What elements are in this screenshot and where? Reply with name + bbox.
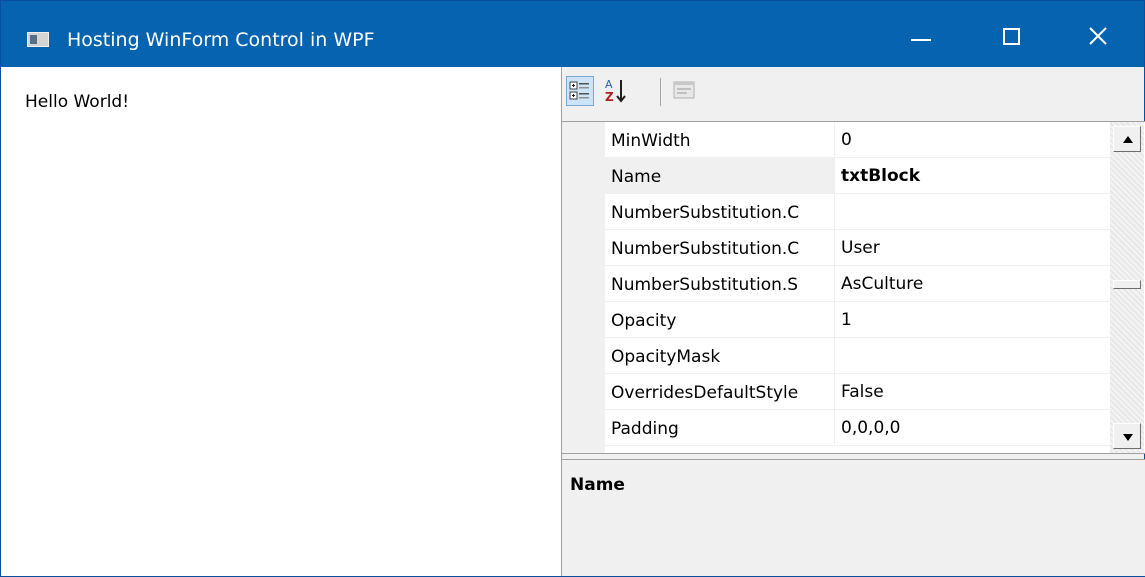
maximize-button[interactable]: [967, 1, 1059, 67]
description-title: Name: [570, 475, 625, 495]
property-row[interactable]: OverridesDefaultStyle False: [605, 374, 1110, 410]
property-rows: MinWidth 0 Name txtBlock NumberSubstitution.…: [605, 122, 1110, 446]
property-pages-icon: [673, 81, 695, 99]
property-grid: A Z MinWidth 0 Name txtBlock NumberSubstitut…: [561, 67, 1145, 576]
close-icon: [1089, 27, 1107, 45]
property-value[interactable]: AsCulture: [836, 266, 1110, 301]
sort-alphabetical-icon: A Z: [605, 78, 626, 104]
property-value[interactable]: 0,0,0,0: [836, 410, 1110, 445]
window-title: Hosting WinForm Control in WPF: [67, 29, 375, 51]
property-name[interactable]: MinWidth: [605, 122, 835, 157]
main-window: Hosting WinForm Control in WPF Hello Wor…: [0, 0, 1145, 577]
scroll-up-button[interactable]: [1113, 126, 1141, 152]
close-button[interactable]: [1053, 1, 1145, 67]
hello-text-block: Hello World!: [25, 92, 130, 112]
property-grid-toolbar: A Z: [562, 67, 1145, 121]
property-value[interactable]: False: [836, 374, 1110, 409]
property-description-pane: Name: [562, 459, 1145, 576]
property-row[interactable]: Name txtBlock: [605, 158, 1110, 194]
arrow-up-icon: [1123, 136, 1133, 143]
categorized-button[interactable]: [566, 76, 594, 106]
property-row[interactable]: NumberSubstitution.C User: [605, 230, 1110, 266]
property-name[interactable]: Name: [605, 158, 835, 193]
minimize-button[interactable]: [875, 1, 967, 67]
property-value[interactable]: 0: [836, 122, 1110, 157]
app-icon[interactable]: [27, 32, 49, 47]
property-row[interactable]: Padding 0,0,0,0: [605, 410, 1110, 446]
property-pages-button[interactable]: [670, 76, 698, 106]
property-list: MinWidth 0 Name txtBlock NumberSubstitution.…: [562, 121, 1145, 454]
property-row[interactable]: OpacityMask: [605, 338, 1110, 374]
property-name[interactable]: NumberSubstitution.C: [605, 230, 835, 265]
minimize-icon: [911, 39, 931, 41]
property-name[interactable]: Padding: [605, 410, 835, 445]
property-value[interactable]: [836, 194, 1110, 229]
property-name[interactable]: OverridesDefaultStyle: [605, 374, 835, 409]
property-row[interactable]: Opacity 1: [605, 302, 1110, 338]
property-row[interactable]: MinWidth 0: [605, 122, 1110, 158]
grid-gutter: [562, 122, 605, 453]
vertical-scrollbar[interactable]: [1110, 122, 1144, 453]
property-value[interactable]: User: [836, 230, 1110, 265]
svg-text:Z: Z: [605, 90, 614, 104]
property-value[interactable]: txtBlock: [836, 158, 1110, 193]
alphabetical-button[interactable]: A Z: [602, 76, 630, 106]
property-value[interactable]: [836, 338, 1110, 373]
title-bar[interactable]: Hosting WinForm Control in WPF: [1, 1, 1144, 67]
scroll-thumb[interactable]: [1113, 280, 1141, 289]
arrow-down-icon: [1123, 434, 1133, 441]
scroll-down-button[interactable]: [1113, 423, 1141, 449]
property-name[interactable]: NumberSubstitution.S: [605, 266, 835, 301]
toolbar-separator: [660, 78, 661, 106]
categorized-icon: [569, 81, 589, 100]
property-row[interactable]: NumberSubstitution.C: [605, 194, 1110, 230]
maximize-icon: [1003, 28, 1020, 45]
property-name[interactable]: NumberSubstitution.C: [605, 194, 835, 229]
property-row[interactable]: NumberSubstitution.S AsCulture: [605, 266, 1110, 302]
property-name[interactable]: Opacity: [605, 302, 835, 337]
property-name[interactable]: OpacityMask: [605, 338, 835, 373]
property-value[interactable]: 1: [836, 302, 1110, 337]
